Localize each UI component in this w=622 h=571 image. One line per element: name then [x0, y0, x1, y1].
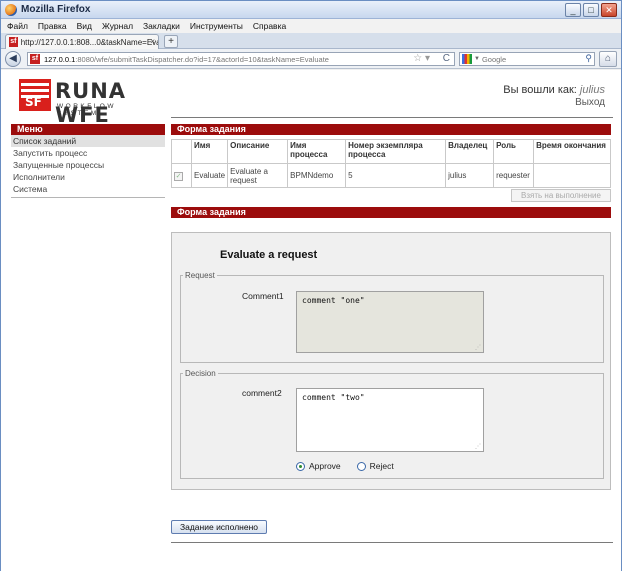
page-content: SF RUNA WFE WORKFLOW SYSTEM Вы вошли как…: [1, 70, 621, 571]
cell-description: Evaluate a request: [227, 163, 289, 188]
svg-text:SF: SF: [25, 95, 42, 109]
search-input[interactable]: [481, 54, 582, 64]
navigation-bar: ◀ sf 127.0.0.1:8080/wfe/submitTaskDispat…: [1, 49, 621, 69]
row-checkbox[interactable]: ✓: [174, 171, 183, 181]
complete-task-button[interactable]: Задание исполнено: [171, 520, 267, 534]
column-description[interactable]: Описание: [227, 139, 289, 164]
runa-favicon-icon: sf: [9, 37, 18, 47]
sidebar-item-system[interactable]: Система: [11, 183, 165, 195]
radio-selected-icon[interactable]: [296, 461, 305, 471]
new-tab-button[interactable]: +: [164, 35, 178, 48]
form-title: Evaluate a request: [220, 249, 318, 261]
search-icon[interactable]: ⚲: [585, 53, 592, 64]
tab-label: http://127.0.0.1:808...0&taskName=Evalua…: [20, 37, 158, 47]
window-title: Mozilla Firefox: [21, 4, 91, 15]
minimize-button[interactable]: _: [565, 3, 581, 17]
menu-view[interactable]: Вид: [77, 21, 92, 31]
task-table: Имя Описание Имя процесса Номер экземпля…: [171, 139, 611, 188]
browser-window: Mozilla Firefox _ □ ✕ Файл Правка Вид Жу…: [0, 0, 622, 571]
task-section-title: Форма задания: [171, 124, 611, 135]
back-arrow-icon[interactable]: ◀: [5, 51, 21, 67]
firefox-icon: [5, 4, 17, 16]
search-bar[interactable]: ▼ ⚲: [459, 52, 595, 66]
decision-radio-group: Approve Reject: [296, 461, 394, 471]
cell-end-time: [533, 163, 611, 188]
runa-logo-icon: SF: [19, 79, 51, 111]
title-bar: Mozilla Firefox _ □ ✕: [1, 1, 621, 19]
cell-name[interactable]: Evaluate: [190, 163, 229, 188]
login-prefix: Вы вошли как:: [503, 84, 577, 96]
resize-grip-icon[interactable]: ⋰: [475, 443, 481, 450]
comment1-label: Comment1: [242, 291, 284, 301]
bookmark-star-icon[interactable]: ☆ ▾: [413, 53, 430, 64]
task-form: Evaluate a request Request Comment1 comm…: [171, 232, 611, 490]
sidebar: Меню Список заданий Запустить процесс За…: [11, 124, 165, 204]
resize-grip-icon[interactable]: ⋰: [475, 344, 481, 351]
reject-label: Reject: [369, 461, 394, 471]
google-icon[interactable]: [462, 54, 472, 64]
cell-role: requester: [493, 163, 535, 188]
approve-label: Approve: [309, 461, 341, 471]
menu-history[interactable]: Журнал: [102, 21, 133, 31]
main-panel: Форма задания Имя Описание Имя процесса …: [171, 124, 611, 490]
comment2-label: comment2: [242, 388, 282, 398]
chevron-down-icon[interactable]: ▼: [474, 56, 480, 62]
sidebar-item-task-list[interactable]: Список заданий: [11, 135, 165, 147]
login-user: julius: [579, 84, 605, 96]
menu-help[interactable]: Справка: [253, 21, 286, 31]
sidebar-item-running-processes[interactable]: Запущенные процессы: [11, 159, 165, 171]
request-legend: Request: [185, 271, 215, 280]
close-button[interactable]: ✕: [601, 3, 617, 17]
cell-process: BPMNdemo: [287, 163, 347, 188]
sidebar-title: Меню: [11, 124, 165, 135]
tab-bar: sf http://127.0.0.1:808...0&taskName=Eva…: [1, 33, 621, 49]
menu-edit[interactable]: Правка: [38, 21, 67, 31]
sidebar-item-executors[interactable]: Исполнители: [11, 171, 165, 183]
logo-subtitle: WORKFLOW SYSTEM: [57, 103, 116, 117]
menu-bookmarks[interactable]: Закладки: [143, 21, 180, 31]
take-task-button[interactable]: Взять на выполнение: [511, 189, 611, 202]
form-section-title: Форма задания: [171, 207, 611, 218]
url-bar[interactable]: sf 127.0.0.1:8080/wfe/submitTaskDispatch…: [27, 52, 455, 66]
menu-file[interactable]: Файл: [7, 21, 28, 31]
menu-bar: Файл Правка Вид Журнал Закладки Инструме…: [1, 19, 621, 33]
column-instance-number[interactable]: Номер экземпляра процесса: [345, 139, 447, 164]
site-favicon-icon: sf: [30, 54, 40, 64]
approve-radio[interactable]: Approve: [296, 461, 341, 471]
column-select: [171, 139, 192, 164]
comment2-value: comment "two": [302, 393, 365, 402]
login-info: Вы вошли как: julius: [503, 84, 605, 96]
header-divider: [171, 117, 613, 118]
logout-link[interactable]: Выход: [575, 97, 605, 108]
sidebar-item-start-process[interactable]: Запустить процесс: [11, 147, 165, 159]
table-header-row: Имя Описание Имя процесса Номер экземпля…: [171, 139, 611, 164]
reject-radio[interactable]: Reject: [356, 461, 394, 471]
url-text[interactable]: 127.0.0.1:8080/wfe/submitTaskDispatcher.…: [44, 55, 424, 64]
reload-icon[interactable]: C: [443, 53, 450, 64]
column-end-time[interactable]: Время окончания: [533, 139, 611, 164]
menu-tools[interactable]: Инструменты: [190, 21, 243, 31]
comment2-field[interactable]: comment "two" ⋰: [296, 388, 484, 452]
comment1-value: comment "one": [302, 296, 365, 305]
tab-active[interactable]: sf http://127.0.0.1:808...0&taskName=Eva…: [5, 34, 159, 49]
sidebar-divider: [11, 197, 165, 198]
runa-logo: SF RUNA WFE WORKFLOW SYSTEM: [19, 79, 161, 127]
maximize-button[interactable]: □: [583, 3, 599, 17]
table-row[interactable]: ✓ Evaluate Evaluate a request BPMNdemo 5…: [171, 163, 611, 188]
radio-unselected-icon[interactable]: [356, 461, 366, 471]
row-checkbox-cell: ✓: [171, 163, 192, 188]
home-icon[interactable]: ⌂: [599, 51, 617, 67]
column-process-name[interactable]: Имя процесса: [287, 139, 347, 164]
cell-instance: 5: [345, 163, 447, 188]
decision-legend: Decision: [185, 369, 216, 378]
comment1-field[interactable]: comment "one" ⋰: [296, 291, 484, 353]
tab-close-icon[interactable]: ×: [150, 37, 155, 46]
cell-owner: julius: [445, 163, 495, 188]
footer-divider: [171, 542, 613, 543]
column-role[interactable]: Роль: [493, 139, 535, 164]
column-owner[interactable]: Владелец: [445, 139, 495, 164]
column-name[interactable]: Имя: [190, 139, 229, 164]
